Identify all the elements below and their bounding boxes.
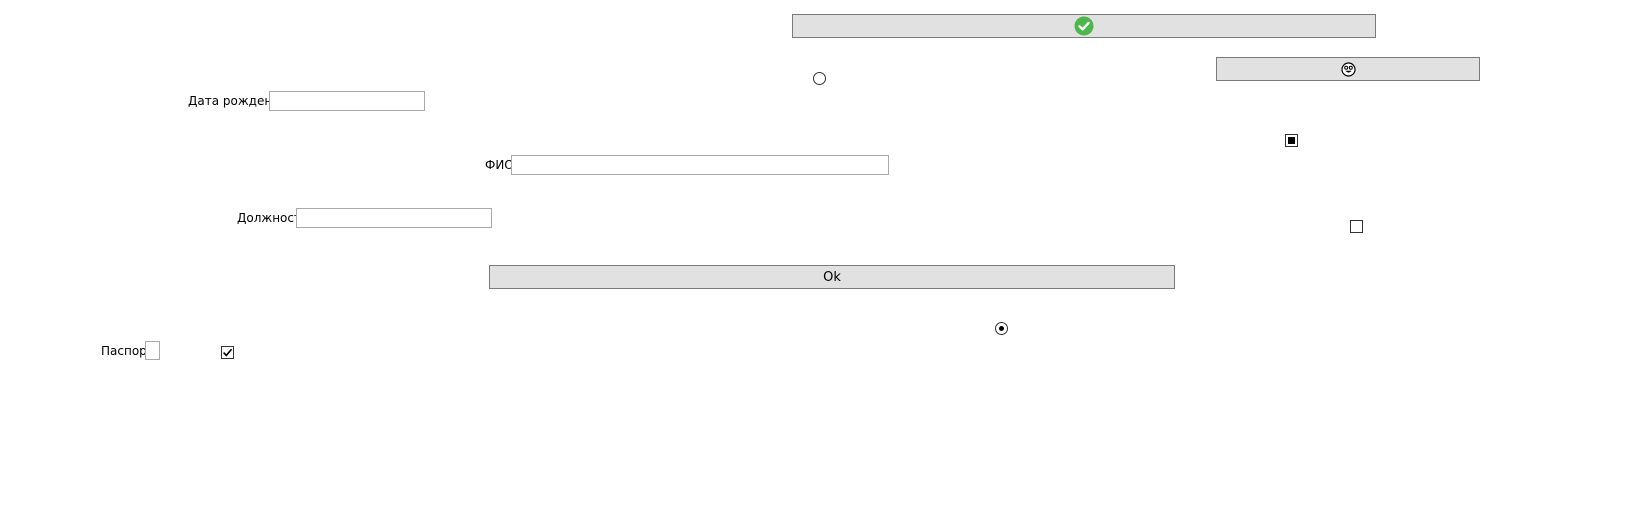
checkbox-indeterminate[interactable] [1285,134,1298,147]
checkbox-checked[interactable] [221,346,234,359]
fio-label: ФИО [485,158,514,172]
passport-input[interactable] [145,341,160,360]
checkmark-circle-icon [1074,16,1094,36]
confirm-icon-button[interactable] [792,14,1376,38]
smiley-face-icon [1340,61,1356,77]
position-input[interactable] [296,208,492,228]
ok-button[interactable]: Ok [489,265,1175,289]
radio-button-unchecked[interactable] [813,72,826,85]
checkbox-unchecked[interactable] [1350,220,1363,233]
radio-button-checked[interactable] [995,322,1008,335]
smiley-button[interactable] [1216,57,1480,81]
fio-input[interactable] [511,155,889,175]
checkmark-icon [223,348,233,357]
birth-date-input[interactable] [269,91,425,111]
ok-button-label: Ok [823,269,841,285]
